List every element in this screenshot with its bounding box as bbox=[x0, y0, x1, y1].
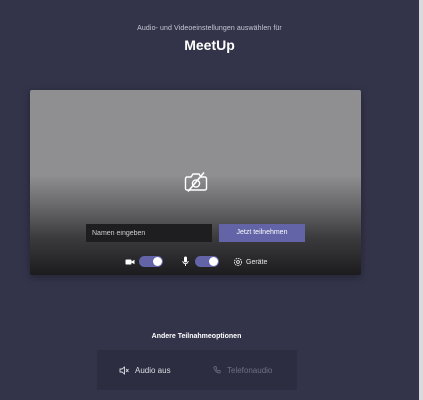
join-now-button[interactable]: Jetzt teilnehmen bbox=[219, 224, 305, 242]
audio-off-option[interactable]: Audio aus bbox=[119, 350, 171, 390]
microphone-toggle[interactable] bbox=[195, 256, 219, 267]
microphone-toggle-knob bbox=[209, 257, 218, 266]
gear-icon[interactable] bbox=[233, 257, 243, 267]
camera-off-icon bbox=[184, 171, 208, 193]
name-input[interactable] bbox=[86, 224, 212, 242]
audio-off-label: Audio aus bbox=[135, 365, 171, 375]
video-camera-icon bbox=[125, 259, 135, 265]
phone-icon bbox=[213, 366, 221, 374]
window-edge bbox=[419, 0, 423, 400]
other-options-label: Andere Teilnahmeoptionen bbox=[151, 333, 242, 340]
devices-button[interactable]: Geräte bbox=[246, 257, 267, 268]
phone-audio-option[interactable]: Telefonaudio bbox=[213, 350, 272, 390]
camera-toggle-knob bbox=[153, 257, 162, 266]
settings-subtitle: Audio- und Videoeinstellungen auswählen … bbox=[137, 25, 282, 32]
microphone-icon bbox=[182, 256, 189, 266]
other-join-options: Audio aus Telefonaudio bbox=[97, 350, 297, 390]
camera-toggle[interactable] bbox=[139, 256, 163, 267]
speaker-off-icon bbox=[119, 365, 129, 375]
meeting-title: MeetUp bbox=[184, 37, 235, 53]
phone-audio-label: Telefonaudio bbox=[227, 365, 273, 375]
video-preview: Jetzt teilnehmen Geräte bbox=[30, 90, 361, 275]
